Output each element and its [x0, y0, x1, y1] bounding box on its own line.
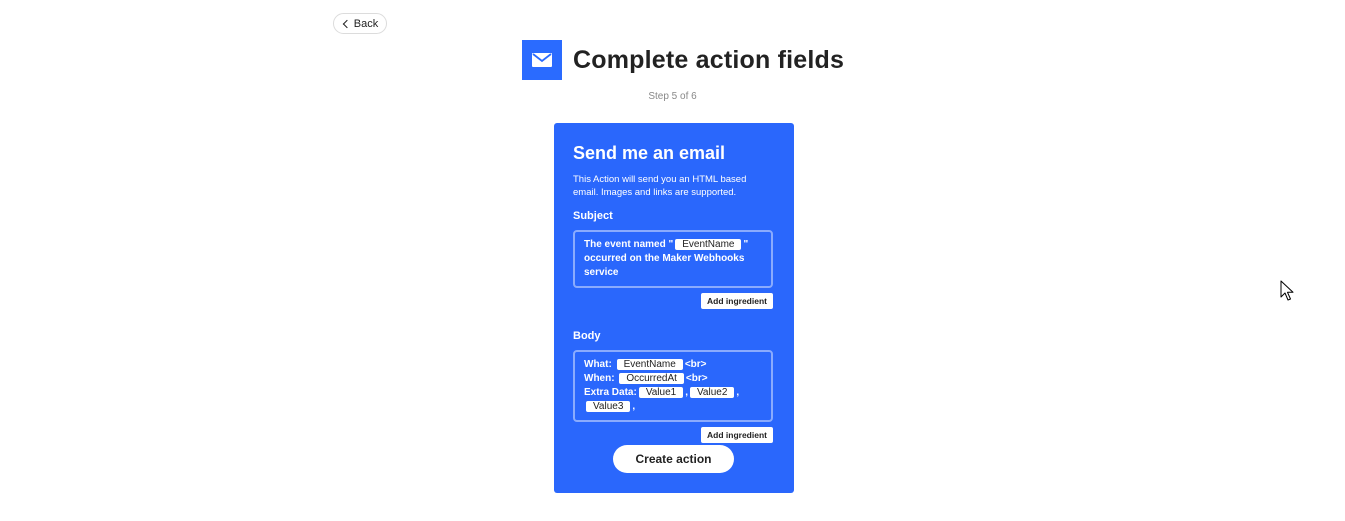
step-indicator: Step 5 of 6 — [648, 91, 697, 102]
email-icon — [522, 40, 562, 80]
mouse-cursor-icon — [1280, 280, 1294, 301]
chevron-left-icon — [342, 19, 352, 28]
body-what-label: What: — [584, 359, 612, 370]
page-header: Complete action fields — [522, 40, 844, 80]
ingredient-chip-value1[interactable]: Value1 — [638, 387, 684, 398]
back-button[interactable]: Back — [333, 13, 387, 34]
subject-field[interactable]: The event named " EventName " occurred on … — [573, 230, 773, 288]
ingredient-chip-value3[interactable]: Value3 — [586, 401, 631, 412]
body-add-ingredient-button[interactable]: Add ingredient — [701, 427, 773, 443]
subject-add-ingredient-button[interactable]: Add ingredient — [701, 293, 773, 309]
back-label: Back — [353, 17, 379, 30]
action-card: Send me an email This Action will send y… — [554, 123, 794, 493]
create-action-button[interactable]: Create action — [613, 445, 734, 473]
ingredient-chip-eventname[interactable]: EventName — [616, 359, 683, 370]
page-title: Complete action fields — [573, 45, 845, 74]
subject-text-1: The event named " — [584, 239, 674, 250]
body-extra-label: Extra Data: — [584, 387, 637, 398]
body-comma: , — [632, 401, 636, 412]
body-comma: , — [685, 387, 688, 398]
body-when-label: When: — [584, 373, 615, 384]
ingredient-chip-occurredat[interactable]: OccurredAt — [619, 373, 684, 384]
body-field[interactable]: What: EventName <br> When: OccurredAt <br>… — [573, 350, 773, 422]
card-title: Send me an email — [573, 143, 726, 163]
subject-ingredient-row: Add ingredient — [573, 293, 773, 309]
body-label: Body — [573, 330, 601, 342]
card-description: This Action will send you an HTML based … — [573, 174, 747, 198]
ingredient-chip-value2[interactable]: Value2 — [690, 387, 735, 398]
body-br: <br> — [685, 373, 708, 384]
body-ingredient-row: Add ingredient — [573, 427, 773, 443]
ingredient-chip-eventname[interactable]: EventName — [675, 239, 742, 250]
subject-label: Subject — [573, 210, 613, 222]
body-comma: , — [736, 387, 740, 398]
body-br: <br> — [684, 359, 707, 370]
envelope-icon — [532, 53, 552, 67]
